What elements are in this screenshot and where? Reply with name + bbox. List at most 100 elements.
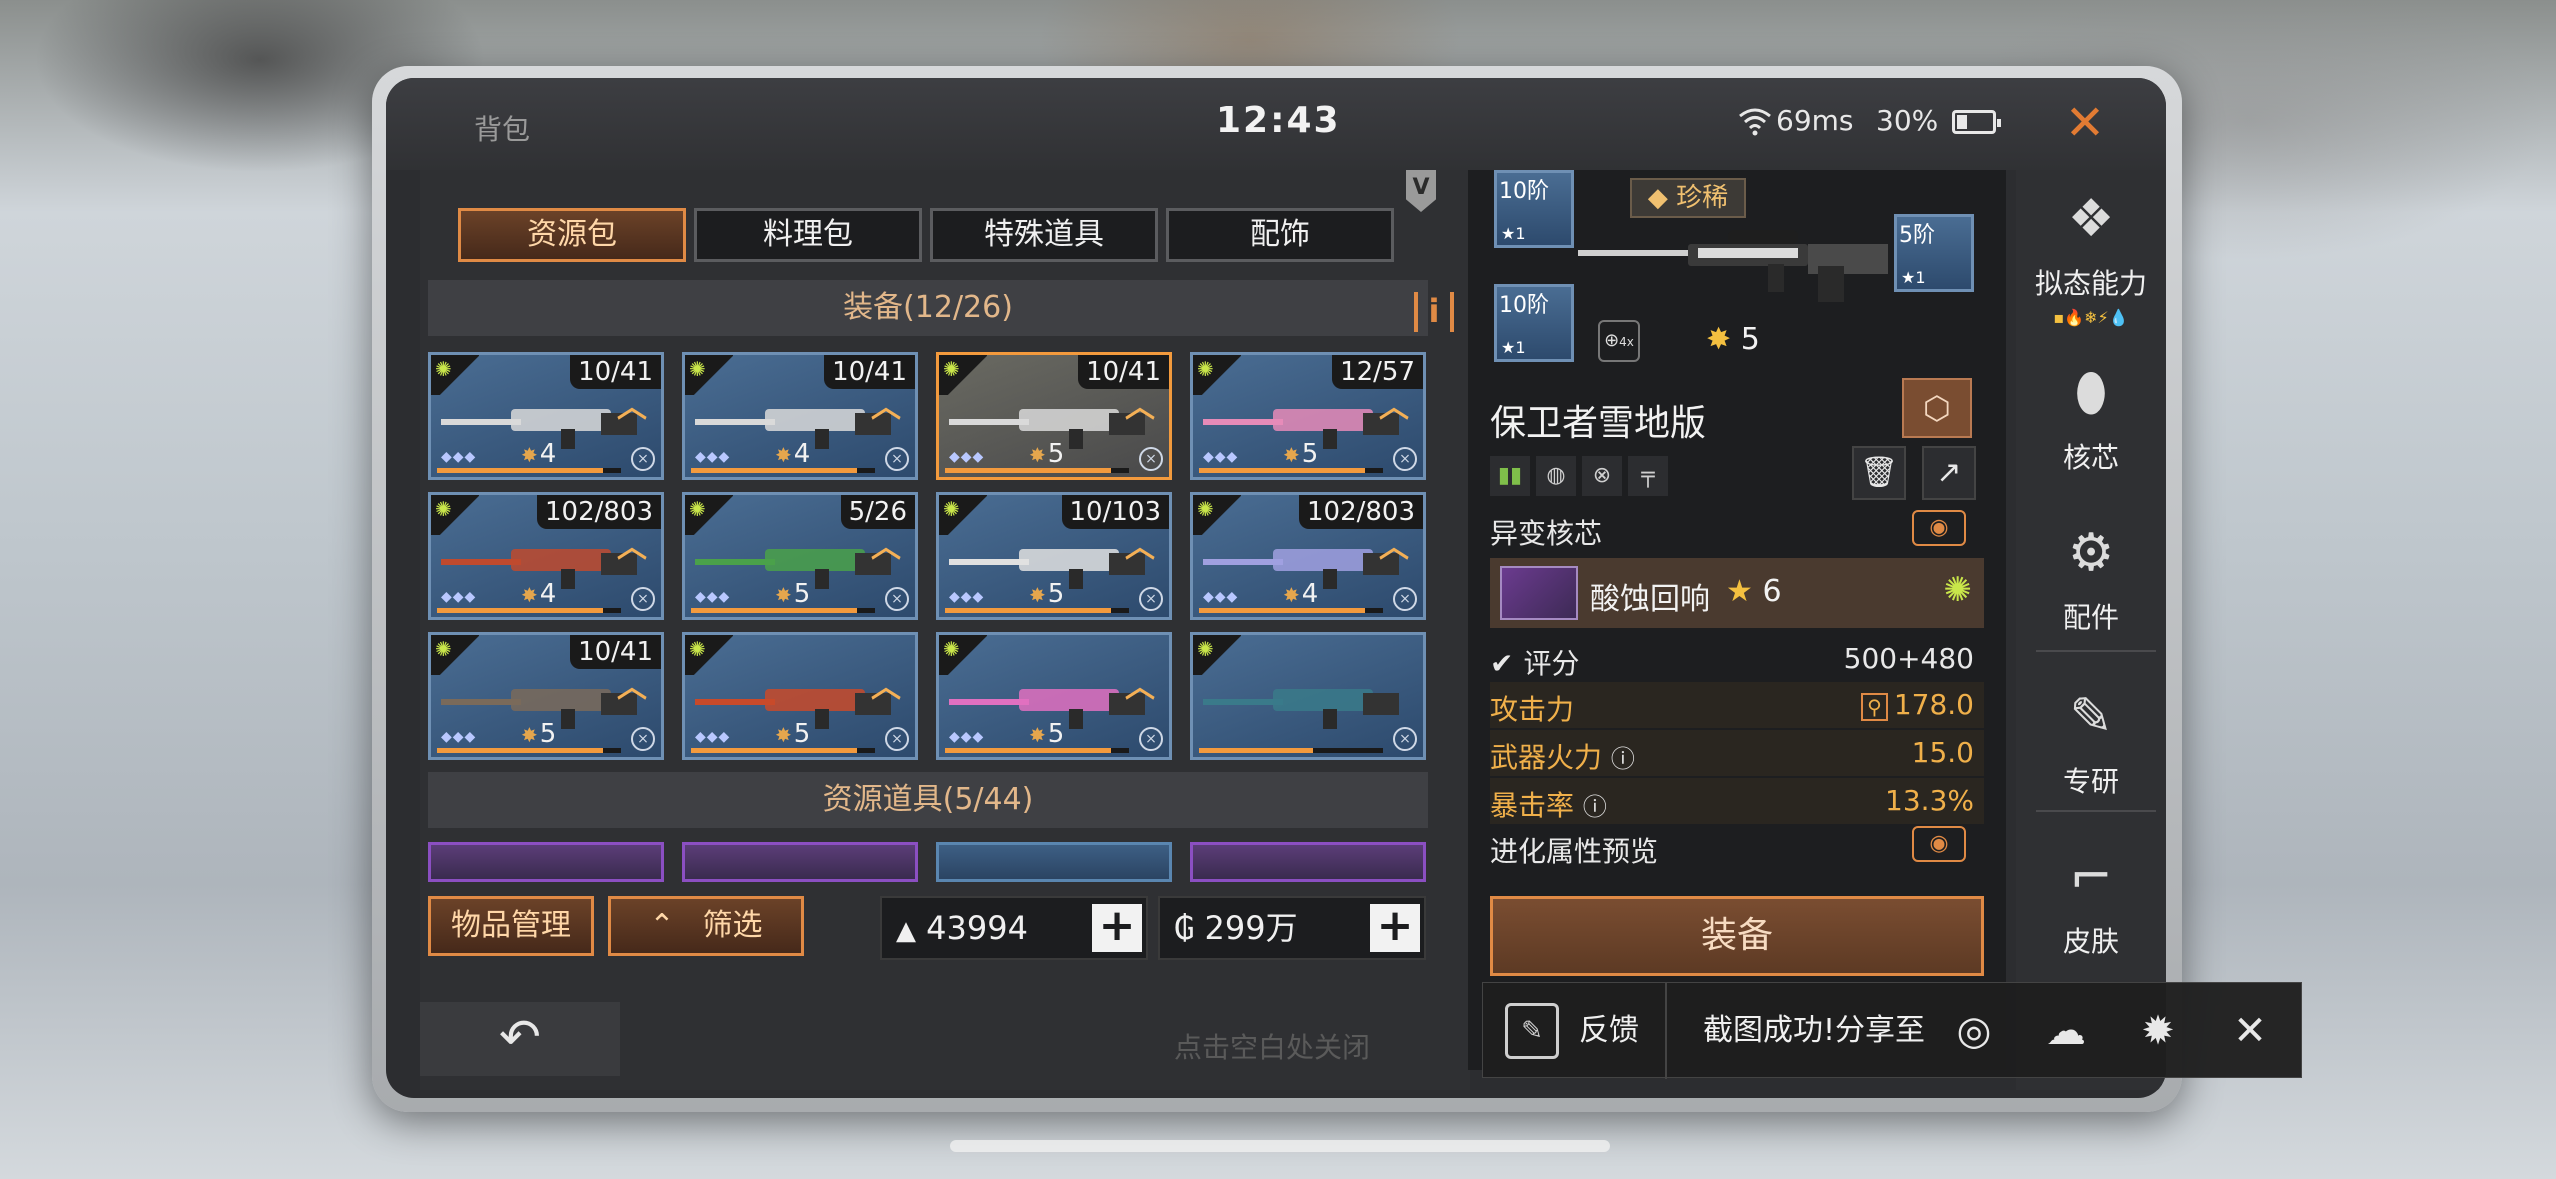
slot-tier: 10阶 xyxy=(1499,293,1549,318)
rarity-dots: ◆◆◆ xyxy=(441,589,477,605)
stat-label: 攻击力 xyxy=(1490,693,1575,726)
battery-level xyxy=(1957,115,1968,129)
eye-icon[interactable]: ◉ xyxy=(1912,510,1966,546)
card-level: ✸5 xyxy=(1029,579,1065,609)
card-progress-fill xyxy=(691,468,857,473)
attachment-slot[interactable]: 10阶 ★1 xyxy=(1494,170,1574,248)
card-progress xyxy=(1199,748,1383,753)
card-progress-fill xyxy=(691,748,857,753)
resource-item[interactable] xyxy=(682,842,918,882)
element-icons: ▪🔥❄⚡💧 xyxy=(2053,308,2129,327)
card-count: 10/41 xyxy=(824,355,915,389)
sidebar-item-skin[interactable]: ⌐ 皮肤 xyxy=(2016,842,2166,960)
upgrade-chevron-icon: ︿ xyxy=(617,390,647,425)
card-level: ✸4 xyxy=(775,439,811,469)
share-button[interactable]: ↗ xyxy=(1922,446,1976,500)
equipment-card[interactable]: ✺ 10/41 ◆◆◆ ✸4 ︿ ⨯ xyxy=(682,352,918,480)
feedback-button[interactable]: ✎ 反馈 xyxy=(1483,983,1667,1079)
card-progress-fill xyxy=(1199,608,1365,613)
tab-food-pack[interactable]: 料理包 xyxy=(694,208,922,262)
rarity-dots: ◆◆◆ xyxy=(695,729,731,745)
clock: 12:43 xyxy=(1216,100,1341,141)
level-star-icon: ✸ xyxy=(1706,322,1732,357)
weibo-icon[interactable]: ◎ xyxy=(1945,1005,2003,1057)
equipment-card[interactable]: ✺ 10/103 ◆◆◆ ✸5 ︿ ⨯ xyxy=(936,492,1172,620)
resource-item[interactable] xyxy=(1190,842,1426,882)
tab-special-items[interactable]: 特殊道具 xyxy=(930,208,1158,262)
card-level: ✸5 xyxy=(521,719,557,749)
card-count: 10/103 xyxy=(1061,495,1169,529)
cross-icon: ⨯ xyxy=(1393,447,1417,471)
sidebar-item-core[interactable]: ⬮ 核芯 xyxy=(2016,358,2166,476)
sidebar-item-research[interactable]: ✎ 专研 xyxy=(2016,682,2166,800)
eye-icon[interactable]: ◉ xyxy=(1912,826,1966,862)
equip-button[interactable]: 装备 xyxy=(1490,896,1984,976)
home-indicator xyxy=(950,1140,1610,1152)
upgrade-chevron-icon: ︿ xyxy=(871,670,901,705)
skin-icon: ⌐ xyxy=(2069,847,2113,907)
upgrade-chevron-icon: ︿ xyxy=(1125,670,1155,705)
score-row: ✔ 评分 500+480 xyxy=(1490,636,1984,682)
filter-button[interactable]: ⌃ 筛选 xyxy=(608,896,804,956)
attachment-slot[interactable]: 5阶 ★1 xyxy=(1894,214,1974,292)
feedback-label: 反馈 xyxy=(1579,1013,1639,1048)
element-icon: ✺ xyxy=(689,497,706,521)
equipment-section-title: 装备(12/26) xyxy=(843,290,1013,325)
card-progress xyxy=(945,748,1129,753)
delete-button[interactable]: 🗑 xyxy=(1852,446,1906,500)
sidebar-item-parts[interactable]: ⚙ 配件 xyxy=(2016,518,2166,636)
magnifier-icon: ⚲ xyxy=(1861,693,1888,721)
crystal-icon: ▲ xyxy=(896,916,916,946)
wechat-icon[interactable]: ☁ xyxy=(2037,1005,2095,1057)
back-button[interactable]: ↶ xyxy=(420,1002,620,1076)
core-level: ★ 6 xyxy=(1726,574,1782,609)
cross-icon: ⨯ xyxy=(885,727,909,751)
close-toast-icon[interactable]: ✕ xyxy=(2221,1005,2279,1057)
tab-resource-pack[interactable]: 资源包 xyxy=(458,208,686,262)
card-count: 5/26 xyxy=(840,495,915,529)
resource-item[interactable] xyxy=(428,842,664,882)
equipment-card[interactable]: ✺ 10/41 ◆◆◆ ✸4 ︿ ⨯ xyxy=(428,352,664,480)
card-progress xyxy=(437,748,621,753)
info-button[interactable]: i xyxy=(1414,292,1454,332)
slot-star: ★1 xyxy=(1901,268,1926,287)
element-icon: ✺ xyxy=(943,637,960,661)
equipment-card[interactable]: ✺ 5/26 ◆◆◆ ✸5 ︿ ⨯ xyxy=(682,492,918,620)
slot-star: ★1 xyxy=(1501,338,1526,357)
equipment-card[interactable]: ✺ 10/41 ◆◆◆ ✸5 ︿ ⨯ xyxy=(428,632,664,760)
equipment-card[interactable]: ✺ ⨯ xyxy=(1190,632,1426,760)
feedback-icon: ✎ xyxy=(1505,1003,1559,1059)
attachment-slot[interactable]: 10阶 ★1 xyxy=(1494,284,1574,362)
rarity-dots: ◆◆◆ xyxy=(1203,589,1239,605)
element-icon: ✺ xyxy=(1197,357,1214,381)
rarity-dots: ◆◆◆ xyxy=(695,449,731,465)
add-gold-button[interactable]: + xyxy=(1370,904,1420,952)
parts-icon: ⚙ xyxy=(2067,523,2115,583)
rifle-type-icon: ╤ xyxy=(1628,456,1668,496)
tab-accessories[interactable]: 配饰 xyxy=(1166,208,1394,262)
element-icon: ✺ xyxy=(435,357,452,381)
core-name: 酸蚀回响 xyxy=(1590,582,1710,617)
currency-gold: ₲ 299万 + xyxy=(1158,896,1426,960)
model-view-button[interactable]: ⬡ xyxy=(1902,378,1972,438)
card-level: ✸5 xyxy=(775,719,811,749)
equipment-card[interactable]: ✺ ◆◆◆ ✸5 ︿ ⨯ xyxy=(936,632,1172,760)
card-progress xyxy=(437,608,621,613)
equipment-card[interactable]: ✺ ◆◆◆ ✸5 ︿ ⨯ xyxy=(682,632,918,760)
resource-item[interactable] xyxy=(936,842,1172,882)
item-manage-button[interactable]: 物品管理 xyxy=(428,896,594,956)
add-crystal-button[interactable]: + xyxy=(1092,904,1142,952)
sidebar-item-mimic-ability[interactable]: ❖ 拟态能力 ▪🔥❄⚡💧 xyxy=(2016,184,2166,327)
mutation-core-row[interactable]: 酸蚀回响 ★ 6 ✺ xyxy=(1490,558,1984,628)
element-icon: ✺ xyxy=(435,497,452,521)
equipment-card[interactable]: ✺ 102/803 ◆◆◆ ✸4 ︿ ⨯ xyxy=(1190,492,1426,620)
card-count: 102/803 xyxy=(536,495,661,529)
equipment-card[interactable]: ✺ 10/41 ◆◆◆ ✸5 ︿ ⨯ xyxy=(936,352,1172,480)
card-progress-fill xyxy=(437,608,603,613)
evolution-preview-label: 进化属性预览 xyxy=(1490,835,1659,868)
equipment-card[interactable]: ✺ 12/57 ◆◆◆ ✸5 ︿ ⨯ xyxy=(1190,352,1426,480)
equipment-card[interactable]: ✺ 102/803 ◆◆◆ ✸4 ︿ ⨯ xyxy=(428,492,664,620)
cube-icon: ⬡ xyxy=(1923,389,1951,427)
close-icon[interactable]: ✕ xyxy=(2062,99,2108,147)
moments-icon[interactable]: ✹ xyxy=(2129,1005,2187,1057)
